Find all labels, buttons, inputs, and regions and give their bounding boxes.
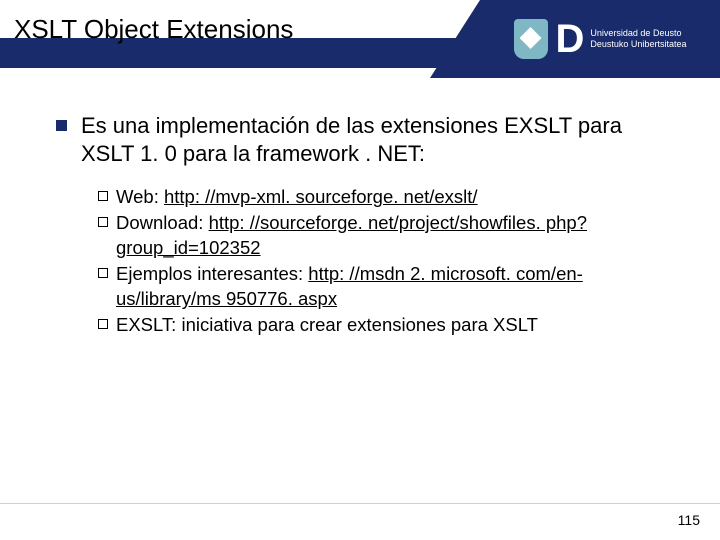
list-item: EXSLT: iniciativa para crear extensiones… xyxy=(98,312,680,338)
square-bullet-icon xyxy=(56,120,67,131)
list-item: Ejemplos interesantes: http: //msdn 2. m… xyxy=(98,261,680,312)
hollow-bullet-icon xyxy=(98,191,108,201)
footer-divider xyxy=(0,503,720,504)
list-item: Download: http: //sourceforge. net/proje… xyxy=(98,210,680,261)
slide-body: Es una implementación de las extensiones… xyxy=(0,78,720,337)
sub-prefix: Download: xyxy=(116,212,209,233)
page-number: 115 xyxy=(678,512,700,528)
shield-icon xyxy=(514,19,548,59)
hollow-bullet-icon xyxy=(98,217,108,227)
logo-letter: D xyxy=(556,19,585,59)
sub-prefix: Ejemplos interesantes: xyxy=(116,263,308,284)
slide-header: XSLT Object Extensions D Universidad de … xyxy=(0,0,720,78)
sub-prefix: Web: xyxy=(116,186,164,207)
sub-link[interactable]: http: //mvp-xml. sourceforge. net/exslt/ xyxy=(164,186,478,207)
university-line1: Universidad de Deusto xyxy=(590,28,686,39)
main-bullet: Es una implementación de las extensiones… xyxy=(56,112,680,168)
university-logo: D Universidad de Deusto Deustuko Unibert… xyxy=(480,0,720,78)
hollow-bullet-icon xyxy=(98,319,108,329)
hollow-bullet-icon xyxy=(98,268,108,278)
university-line2: Deustuko Unibertsitatea xyxy=(590,39,686,50)
university-name: Universidad de Deusto Deustuko Unibertsi… xyxy=(590,28,686,51)
sub-prefix: EXSLT: iniciativa para crear extensiones… xyxy=(116,314,538,335)
slide-title: XSLT Object Extensions xyxy=(14,14,293,45)
sub-bullet-list: Web: http: //mvp-xml. sourceforge. net/e… xyxy=(56,178,680,337)
list-item: Web: http: //mvp-xml. sourceforge. net/e… xyxy=(98,184,680,210)
main-bullet-text: Es una implementación de las extensiones… xyxy=(81,112,680,168)
